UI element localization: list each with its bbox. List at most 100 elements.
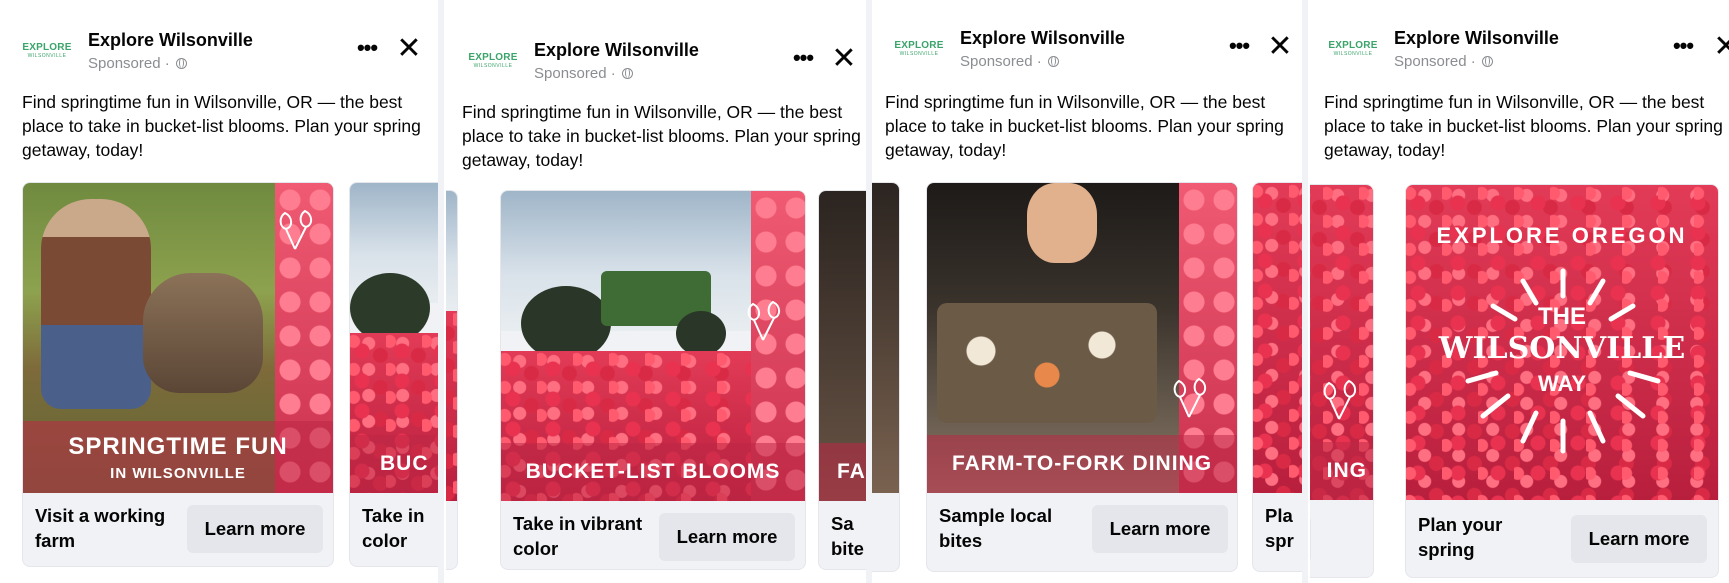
more-options-button[interactable]: ••• — [1224, 35, 1254, 60]
ad-preview-2: EXPLORE WILSONVILLE Explore Wilsonville … — [446, 0, 866, 583]
learn-more-button[interactable]: Learn more — [187, 505, 323, 553]
frame-divider — [1302, 0, 1308, 583]
caption-sub: IN WILSONVILLE — [110, 464, 246, 482]
caption-main: ING — [1326, 459, 1367, 482]
card-headline: Plan your spring — [1418, 514, 1503, 560]
sponsored-label: Sponsored · — [1394, 53, 1493, 70]
carousel-card-next[interactable]: FA Sa bite — [818, 190, 866, 570]
globe-icon — [621, 68, 633, 79]
donkey-figure — [143, 273, 263, 393]
carousel-card-next[interactable]: BUC Take in color — [349, 182, 438, 567]
sky — [446, 191, 457, 311]
tulip-icon — [1323, 379, 1357, 420]
carousel-card[interactable]: SPRINGTIME FUN IN WILSONVILLE Visit a wo… — [22, 182, 334, 567]
ad-body-text: Find springtime fun in Wilsonville, OR —… — [1324, 92, 1723, 160]
carousel-card[interactable]: FARM-TO-FORK DINING Sample local bites L… — [926, 182, 1238, 572]
page-name-link[interactable]: Explore Wilsonville — [534, 40, 699, 61]
close-button[interactable]: ✕ — [1712, 32, 1729, 62]
tulip-icon — [747, 300, 781, 341]
sponsored-text: Sponsored · — [534, 65, 616, 82]
page-name-link[interactable]: Explore Wilsonville — [960, 28, 1125, 49]
food-scene — [872, 183, 899, 493]
sponsored-label: Sponsored · — [960, 53, 1059, 70]
carousel-card[interactable]: BUCKET-LIST BLOOMS Take in vibrant color… — [500, 190, 806, 570]
page-name-link[interactable]: Explore Wilsonville — [88, 30, 253, 51]
sponsored-text: Sponsored · — [960, 53, 1042, 70]
food-platter — [937, 303, 1157, 423]
tulip-icon — [1173, 377, 1207, 418]
card-headline: Visit a working farm — [35, 505, 166, 551]
card-image-tractor[interactable]: BUC — [350, 183, 438, 493]
ad-header: EXPLORE WILSONVILLE Explore Wilsonville … — [894, 20, 1302, 80]
logo-text: EXPLORE — [894, 40, 944, 51]
card-image-prev[interactable] — [872, 183, 899, 493]
learn-more-button[interactable]: Learn more — [1571, 515, 1707, 563]
caption-band: BUCKET-LIST BLOOMS — [501, 443, 805, 501]
frame-divider — [438, 0, 444, 583]
ad-header: EXPLORE WILSONVILLE Explore Wilsonville … — [468, 32, 866, 92]
more-options-button[interactable]: ••• — [788, 47, 818, 72]
carousel-card-prev[interactable]: ING nore — [1310, 184, 1374, 578]
caption-main: BUCKET-LIST BLOOMS — [525, 460, 781, 483]
ad-body-text: Find springtime fun in Wilsonville, OR —… — [22, 92, 421, 160]
sponsored-text: Sponsored · — [88, 55, 170, 72]
brand-logo[interactable]: EXPLORE WILSONVILLE — [22, 38, 72, 64]
carousel-card-prev[interactable] — [872, 182, 900, 572]
close-button[interactable]: ✕ — [830, 44, 858, 74]
tulip-field — [446, 311, 457, 501]
card-headline: Sample local bites — [939, 505, 1053, 551]
logo-text: EXPLORE — [1328, 40, 1378, 51]
brand-logo[interactable]: EXPLORE WILSONVILLE — [1328, 36, 1378, 62]
brand-logo[interactable]: EXPLORE WILSONVILLE — [468, 48, 518, 74]
more-options-button[interactable]: ••• — [1668, 35, 1698, 60]
logo-subtext: WILSONVILLE — [473, 63, 513, 69]
learn-more-button[interactable]: Learn more — [659, 513, 795, 561]
logo-text: EXPLORE — [468, 52, 518, 63]
card-image-dining[interactable]: FARM-TO-FORK DINING — [927, 183, 1237, 493]
card-headline: Take in color — [362, 505, 425, 551]
tractor-rear-wheel — [521, 286, 611, 361]
caption-main: BUC — [380, 452, 429, 475]
card-image-wilsonville-way[interactable]: EXPLORE OREGON THE WILSONVILLE WAY — [1406, 185, 1718, 500]
globe-icon — [1047, 56, 1059, 67]
card-image-food[interactable]: FA — [819, 191, 866, 501]
ad-body-text: Find springtime fun in Wilsonville, OR —… — [885, 92, 1284, 160]
logo-text: EXPLORE — [22, 42, 72, 53]
card-image-farm[interactable]: SPRINGTIME FUN IN WILSONVILLE — [23, 183, 333, 493]
card-headline: Pla spr — [1265, 505, 1294, 551]
page-name-link[interactable]: Explore Wilsonville — [1394, 28, 1559, 49]
more-options-button[interactable]: ••• — [352, 37, 382, 62]
card-headline: Sa bite — [831, 513, 864, 559]
card-image-prev[interactable]: ING — [1310, 185, 1373, 500]
caption-band: BUC — [350, 435, 438, 493]
caption-band: SPRINGTIME FUN IN WILSONVILLE — [23, 421, 333, 493]
carousel-card[interactable]: EXPLORE OREGON THE WILSONVILLE WAY Plan … — [1405, 184, 1719, 578]
hand-figure — [1027, 183, 1097, 263]
sponsored-label: Sponsored · — [534, 65, 633, 82]
caption-main: FA — [837, 460, 866, 483]
close-button[interactable]: ✕ — [1266, 32, 1294, 62]
caption-band: ING — [1310, 442, 1373, 500]
brand-logo[interactable]: EXPLORE WILSONVILLE — [894, 36, 944, 62]
close-button[interactable]: ✕ — [395, 34, 423, 64]
caption-band: FA — [819, 443, 866, 501]
learn-more-button[interactable]: Learn more — [1092, 505, 1228, 553]
caption-main: SPRINGTIME FUN — [68, 432, 288, 460]
ad-header: EXPLORE WILSONVILLE Explore Wilsonville … — [1328, 20, 1729, 80]
learn-more-button[interactable]: nore — [1310, 515, 1311, 563]
ad-preview-4: EXPLORE WILSONVILLE Explore Wilsonville … — [1310, 0, 1729, 583]
card-headline: Take in vibrant color — [513, 513, 643, 559]
caption-main: WILSONVILLE — [1438, 331, 1686, 366]
caption-arc: EXPLORE OREGON — [1436, 223, 1688, 248]
globe-icon — [175, 58, 187, 69]
tractor-front-wheel — [676, 311, 726, 356]
caption-the: THE — [1538, 303, 1586, 330]
card-image-tractor[interactable]: BUCKET-LIST BLOOMS — [501, 191, 805, 501]
carousel-card-next[interactable]: Pla spr — [1252, 182, 1302, 572]
carousel-card-prev[interactable] — [446, 190, 458, 570]
card-image-prev[interactable] — [446, 191, 457, 501]
sponsored-label: Sponsored · — [88, 55, 187, 72]
person-figure — [41, 199, 151, 409]
tulip-icon — [279, 209, 313, 250]
card-image-tulips[interactable] — [1253, 183, 1302, 493]
